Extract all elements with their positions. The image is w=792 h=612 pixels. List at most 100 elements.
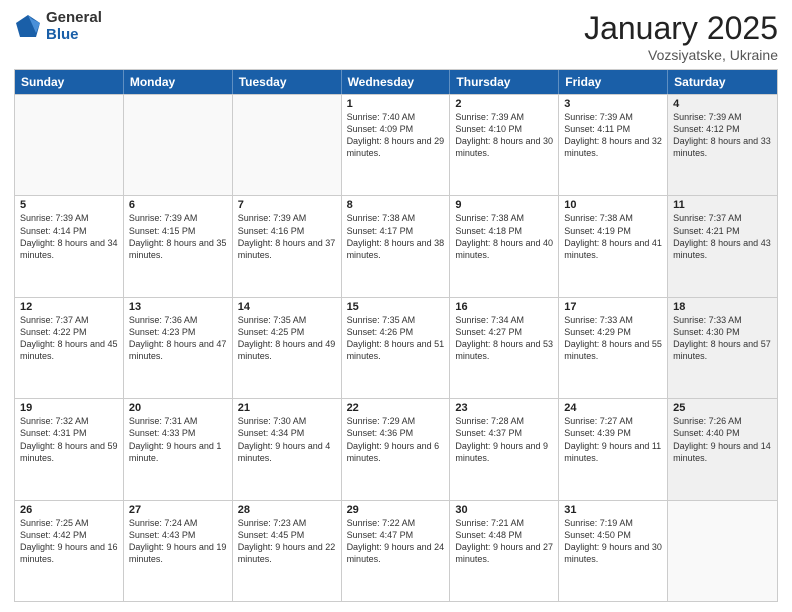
day-number: 24 xyxy=(564,402,662,414)
cal-row-2: 12Sunrise: 7:37 AMSunset: 4:22 PMDayligh… xyxy=(15,297,777,398)
cal-cell-4-1: 27Sunrise: 7:24 AMSunset: 4:43 PMDayligh… xyxy=(124,501,233,601)
cal-cell-0-3: 1Sunrise: 7:40 AMSunset: 4:09 PMDaylight… xyxy=(342,95,451,195)
cell-info: Sunrise: 7:28 AMSunset: 4:37 PMDaylight:… xyxy=(455,415,553,464)
cal-cell-1-6: 11Sunrise: 7:37 AMSunset: 4:21 PMDayligh… xyxy=(668,196,777,296)
cal-cell-2-3: 15Sunrise: 7:35 AMSunset: 4:26 PMDayligh… xyxy=(342,298,451,398)
cal-cell-4-0: 26Sunrise: 7:25 AMSunset: 4:42 PMDayligh… xyxy=(15,501,124,601)
header-wednesday: Wednesday xyxy=(342,70,451,94)
cal-cell-4-4: 30Sunrise: 7:21 AMSunset: 4:48 PMDayligh… xyxy=(450,501,559,601)
cal-cell-3-2: 21Sunrise: 7:30 AMSunset: 4:34 PMDayligh… xyxy=(233,399,342,499)
header: General Blue January 2025 Vozsiyatske, U… xyxy=(14,10,778,63)
location: Vozsiyatske, Ukraine xyxy=(584,47,778,63)
cal-cell-0-6: 4Sunrise: 7:39 AMSunset: 4:12 PMDaylight… xyxy=(668,95,777,195)
month-title: January 2025 xyxy=(584,10,778,47)
cal-cell-3-5: 24Sunrise: 7:27 AMSunset: 4:39 PMDayligh… xyxy=(559,399,668,499)
cal-cell-1-0: 5Sunrise: 7:39 AMSunset: 4:14 PMDaylight… xyxy=(15,196,124,296)
cal-cell-1-2: 7Sunrise: 7:39 AMSunset: 4:16 PMDaylight… xyxy=(233,196,342,296)
cell-info: Sunrise: 7:39 AMSunset: 4:11 PMDaylight:… xyxy=(564,111,662,160)
logo: General Blue xyxy=(14,10,102,43)
cell-info: Sunrise: 7:38 AMSunset: 4:19 PMDaylight:… xyxy=(564,212,662,261)
cell-info: Sunrise: 7:34 AMSunset: 4:27 PMDaylight:… xyxy=(455,314,553,363)
cal-cell-3-1: 20Sunrise: 7:31 AMSunset: 4:33 PMDayligh… xyxy=(124,399,233,499)
cell-info: Sunrise: 7:29 AMSunset: 4:36 PMDaylight:… xyxy=(347,415,445,464)
cell-info: Sunrise: 7:39 AMSunset: 4:15 PMDaylight:… xyxy=(129,212,227,261)
cell-info: Sunrise: 7:36 AMSunset: 4:23 PMDaylight:… xyxy=(129,314,227,363)
cell-info: Sunrise: 7:25 AMSunset: 4:42 PMDaylight:… xyxy=(20,517,118,566)
page: General Blue January 2025 Vozsiyatske, U… xyxy=(0,0,792,612)
cell-info: Sunrise: 7:30 AMSunset: 4:34 PMDaylight:… xyxy=(238,415,336,464)
day-number: 10 xyxy=(564,199,662,211)
cell-info: Sunrise: 7:39 AMSunset: 4:16 PMDaylight:… xyxy=(238,212,336,261)
day-number: 2 xyxy=(455,98,553,110)
cal-cell-0-0 xyxy=(15,95,124,195)
header-sunday: Sunday xyxy=(15,70,124,94)
calendar-body: 1Sunrise: 7:40 AMSunset: 4:09 PMDaylight… xyxy=(15,94,777,601)
day-number: 1 xyxy=(347,98,445,110)
cal-cell-4-6 xyxy=(668,501,777,601)
cell-info: Sunrise: 7:35 AMSunset: 4:26 PMDaylight:… xyxy=(347,314,445,363)
cell-info: Sunrise: 7:35 AMSunset: 4:25 PMDaylight:… xyxy=(238,314,336,363)
title-section: January 2025 Vozsiyatske, Ukraine xyxy=(584,10,778,63)
day-number: 12 xyxy=(20,301,118,313)
cell-info: Sunrise: 7:26 AMSunset: 4:40 PMDaylight:… xyxy=(673,415,772,464)
day-number: 17 xyxy=(564,301,662,313)
day-number: 13 xyxy=(129,301,227,313)
day-number: 8 xyxy=(347,199,445,211)
cell-info: Sunrise: 7:37 AMSunset: 4:21 PMDaylight:… xyxy=(673,212,772,261)
cal-cell-0-1 xyxy=(124,95,233,195)
cal-row-3: 19Sunrise: 7:32 AMSunset: 4:31 PMDayligh… xyxy=(15,398,777,499)
cal-cell-3-0: 19Sunrise: 7:32 AMSunset: 4:31 PMDayligh… xyxy=(15,399,124,499)
cell-info: Sunrise: 7:37 AMSunset: 4:22 PMDaylight:… xyxy=(20,314,118,363)
cal-cell-2-4: 16Sunrise: 7:34 AMSunset: 4:27 PMDayligh… xyxy=(450,298,559,398)
day-number: 29 xyxy=(347,504,445,516)
cell-info: Sunrise: 7:33 AMSunset: 4:30 PMDaylight:… xyxy=(673,314,772,363)
cal-cell-1-1: 6Sunrise: 7:39 AMSunset: 4:15 PMDaylight… xyxy=(124,196,233,296)
cal-cell-4-2: 28Sunrise: 7:23 AMSunset: 4:45 PMDayligh… xyxy=(233,501,342,601)
cell-info: Sunrise: 7:39 AMSunset: 4:14 PMDaylight:… xyxy=(20,212,118,261)
cell-info: Sunrise: 7:23 AMSunset: 4:45 PMDaylight:… xyxy=(238,517,336,566)
day-number: 30 xyxy=(455,504,553,516)
cal-row-4: 26Sunrise: 7:25 AMSunset: 4:42 PMDayligh… xyxy=(15,500,777,601)
day-number: 11 xyxy=(673,199,772,211)
cell-info: Sunrise: 7:38 AMSunset: 4:17 PMDaylight:… xyxy=(347,212,445,261)
cell-info: Sunrise: 7:31 AMSunset: 4:33 PMDaylight:… xyxy=(129,415,227,464)
logo-text: General Blue xyxy=(46,10,102,43)
day-number: 7 xyxy=(238,199,336,211)
calendar-header: Sunday Monday Tuesday Wednesday Thursday… xyxy=(15,70,777,94)
logo-icon xyxy=(14,13,42,41)
cal-cell-3-3: 22Sunrise: 7:29 AMSunset: 4:36 PMDayligh… xyxy=(342,399,451,499)
cal-cell-0-2 xyxy=(233,95,342,195)
header-saturday: Saturday xyxy=(668,70,777,94)
cell-info: Sunrise: 7:32 AMSunset: 4:31 PMDaylight:… xyxy=(20,415,118,464)
logo-blue-text: Blue xyxy=(46,27,102,44)
day-number: 3 xyxy=(564,98,662,110)
cal-row-0: 1Sunrise: 7:40 AMSunset: 4:09 PMDaylight… xyxy=(15,94,777,195)
day-number: 5 xyxy=(20,199,118,211)
day-number: 19 xyxy=(20,402,118,414)
cell-info: Sunrise: 7:33 AMSunset: 4:29 PMDaylight:… xyxy=(564,314,662,363)
day-number: 23 xyxy=(455,402,553,414)
cell-info: Sunrise: 7:24 AMSunset: 4:43 PMDaylight:… xyxy=(129,517,227,566)
cal-cell-0-4: 2Sunrise: 7:39 AMSunset: 4:10 PMDaylight… xyxy=(450,95,559,195)
day-number: 16 xyxy=(455,301,553,313)
cal-cell-2-2: 14Sunrise: 7:35 AMSunset: 4:25 PMDayligh… xyxy=(233,298,342,398)
header-thursday: Thursday xyxy=(450,70,559,94)
cal-cell-2-5: 17Sunrise: 7:33 AMSunset: 4:29 PMDayligh… xyxy=(559,298,668,398)
cell-info: Sunrise: 7:22 AMSunset: 4:47 PMDaylight:… xyxy=(347,517,445,566)
calendar: Sunday Monday Tuesday Wednesday Thursday… xyxy=(14,69,778,602)
cal-cell-4-3: 29Sunrise: 7:22 AMSunset: 4:47 PMDayligh… xyxy=(342,501,451,601)
cal-row-1: 5Sunrise: 7:39 AMSunset: 4:14 PMDaylight… xyxy=(15,195,777,296)
day-number: 31 xyxy=(564,504,662,516)
cell-info: Sunrise: 7:27 AMSunset: 4:39 PMDaylight:… xyxy=(564,415,662,464)
day-number: 9 xyxy=(455,199,553,211)
cal-cell-1-4: 9Sunrise: 7:38 AMSunset: 4:18 PMDaylight… xyxy=(450,196,559,296)
header-monday: Monday xyxy=(124,70,233,94)
day-number: 18 xyxy=(673,301,772,313)
day-number: 6 xyxy=(129,199,227,211)
cal-cell-1-5: 10Sunrise: 7:38 AMSunset: 4:19 PMDayligh… xyxy=(559,196,668,296)
day-number: 14 xyxy=(238,301,336,313)
cell-info: Sunrise: 7:40 AMSunset: 4:09 PMDaylight:… xyxy=(347,111,445,160)
day-number: 20 xyxy=(129,402,227,414)
cell-info: Sunrise: 7:19 AMSunset: 4:50 PMDaylight:… xyxy=(564,517,662,566)
day-number: 27 xyxy=(129,504,227,516)
